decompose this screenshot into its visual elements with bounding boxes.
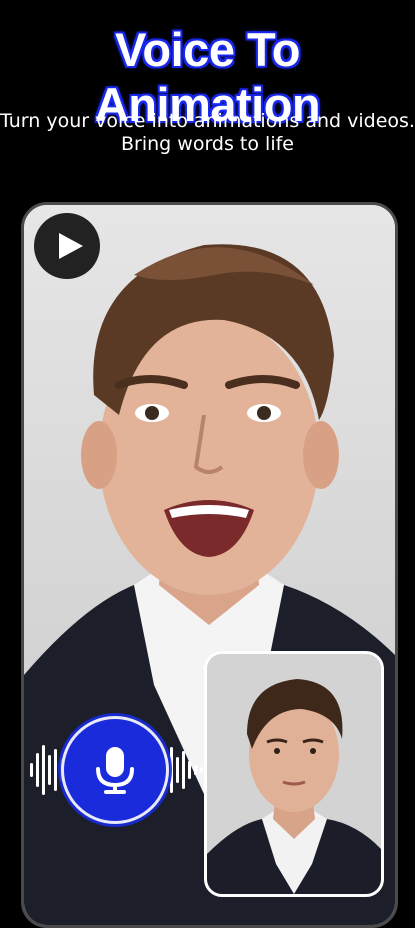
- page-subtitle: Turn your voice into animations and vide…: [0, 110, 415, 156]
- play-icon: [58, 233, 83, 259]
- phone-preview-frame: [21, 202, 398, 928]
- reference-face-image: [207, 654, 381, 894]
- microphone-icon: [96, 747, 134, 794]
- microphone-button[interactable]: [68, 723, 162, 817]
- subtitle-line-1: Turn your voice into animations and vide…: [0, 110, 415, 132]
- subtitle-line-2: Bring words to life: [121, 133, 294, 155]
- reference-photo-thumbnail[interactable]: [204, 651, 384, 897]
- play-button[interactable]: [34, 213, 100, 279]
- sound-wave-right: [164, 747, 203, 793]
